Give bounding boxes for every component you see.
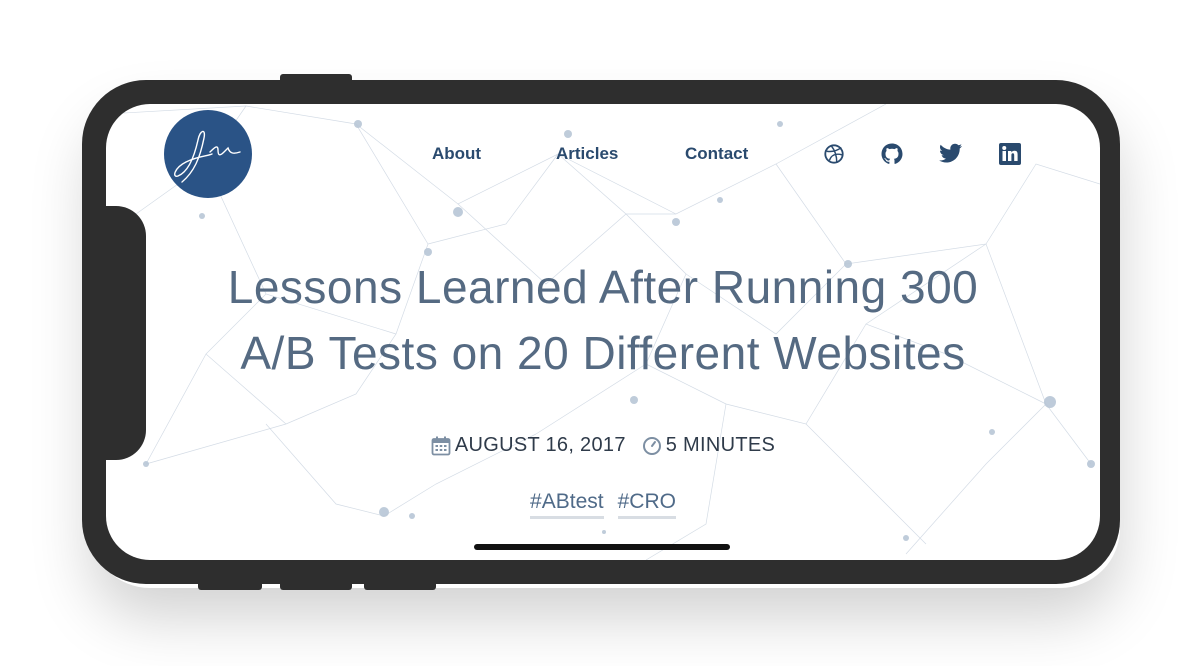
screen: About Articles Contact Lessons Learned A…	[106, 104, 1100, 560]
device-notch	[106, 206, 146, 460]
article-title: Lessons Learned After Running 300 A/B Te…	[146, 254, 1060, 386]
date-text: AUGUST 16, 2017	[454, 434, 626, 456]
tag-link[interactable]: #ABtest	[530, 490, 604, 519]
article-title-line-2: A/B Tests on 20 Different Websites	[240, 327, 966, 379]
nav-about-link[interactable]: About	[432, 144, 481, 164]
article-tags: #ABtest #CRO	[106, 490, 1100, 519]
signature-icon	[174, 130, 241, 183]
read-time-text: 5 MINUTES	[665, 434, 776, 456]
article-date: AUGUST 16, 2017	[431, 434, 626, 457]
article-meta: AUGUST 16, 2017 5 MINUTES	[106, 434, 1100, 457]
calendar-icon	[431, 436, 451, 455]
nav-articles-link[interactable]: Articles	[556, 144, 618, 164]
linkedin-icon[interactable]	[998, 142, 1022, 166]
dribbble-icon[interactable]	[822, 142, 846, 166]
twitter-icon[interactable]	[939, 142, 963, 166]
article-title-line-1: Lessons Learned After Running 300	[227, 261, 979, 313]
tag-link[interactable]: #CRO	[617, 490, 676, 519]
clock-icon	[642, 436, 661, 455]
article-read-time: 5 MINUTES	[642, 434, 775, 457]
github-icon[interactable]	[880, 142, 904, 166]
home-indicator	[474, 544, 730, 550]
signature-logo[interactable]	[164, 110, 252, 198]
nav-contact-link[interactable]: Contact	[685, 144, 748, 164]
